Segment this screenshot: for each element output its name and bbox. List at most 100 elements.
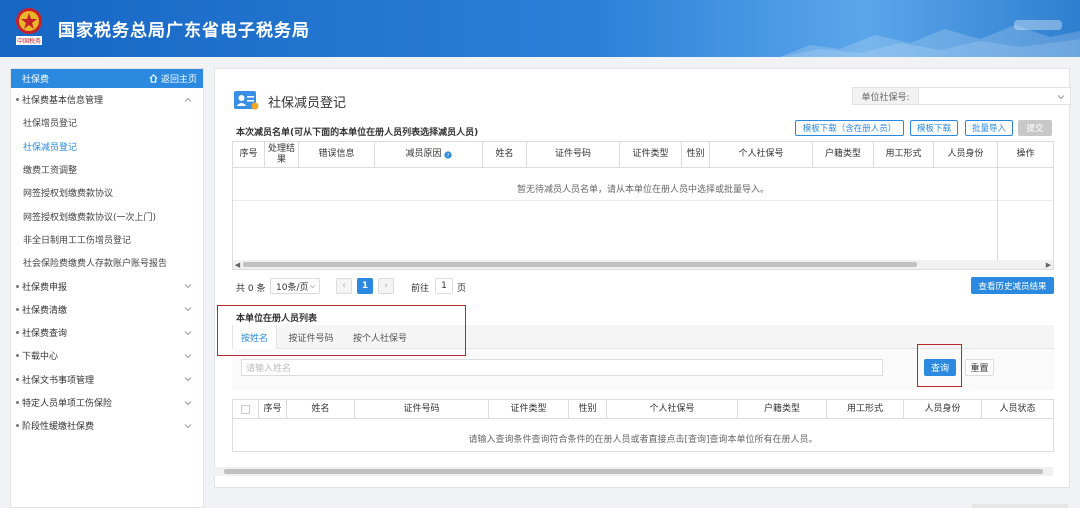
main-panel: 社保减员登记 单位社保号: 本次减员名单(可从下面的本单位在册人员列表选择减员人… (214, 68, 1071, 488)
member-list-table: 序号 姓名 证件号码 证件类型 性别 个人社保号 户籍类型 用工形式 人员身份 … (232, 399, 1054, 452)
sidebar-group-label: 社保费清缴 (22, 305, 68, 316)
page-size-value: 10条/页 (276, 282, 309, 293)
chevron-down-icon (184, 400, 192, 405)
table-header-row: 序号 姓名 证件号码 证件类型 性别 个人社保号 户籍类型 用工形式 人员身份 … (233, 400, 1053, 419)
sidebar-item-add-member[interactable]: 社保增员登记 (11, 111, 203, 134)
empty-reduce-list-message: 暂无待减员人员名单，请从本单位在册人员中选择或批量导入。 (516, 185, 769, 195)
sidebar-item-online-agreement[interactable]: 网签授权划缴费款协议 (11, 181, 203, 204)
col-header: 用工形式 (827, 400, 904, 418)
template-download-button[interactable]: 模板下载 (910, 120, 958, 136)
unit-number-label: 单位社保号: (852, 87, 919, 105)
col-header: 人员身份 (904, 400, 982, 418)
page-suffix: 页 (457, 283, 467, 294)
back-home-link[interactable]: 返回主页 (149, 72, 197, 85)
next-page-button[interactable]: › (378, 278, 394, 294)
sidebar-group-label: 社保文书事项管理 (22, 375, 95, 386)
unit-number-select[interactable] (919, 87, 1071, 105)
empty-member-list-message: 请输入查询条件查询符合条件的在册人员或者直接点击[查询]查询本单位所有在册人员。 (468, 435, 818, 445)
chevron-down-icon (184, 307, 192, 312)
col-header-reduce-reason: 减员原因 ? (375, 142, 483, 167)
tax-emblem-icon: 中国税务 (16, 8, 42, 45)
sidebar-item-reduce-member[interactable]: 社保减员登记 (11, 135, 203, 158)
reduce-list-title: 本次减员名单(可从下面的本单位在册人员列表选择减员人员) (236, 128, 479, 138)
sidebar-group-clear[interactable]: 社保费清缴 (11, 298, 203, 321)
sidebar-group-label: 下载中心 (22, 352, 59, 363)
col-header: 性别 (569, 400, 607, 418)
col-header: 人员身份 (934, 142, 998, 167)
col-header: 序号 (233, 142, 265, 167)
sidebar-item-bank-account-report[interactable]: 社会保险费缴费人存款账户账号报告 (11, 251, 203, 274)
batch-import-button[interactable]: 批量导入 (965, 120, 1013, 136)
template-download-with-members-button[interactable]: 模板下载（含在册人员） (795, 120, 904, 136)
sidebar-group-label: 社保费申报 (22, 282, 68, 293)
page-horizontal-scrollbar[interactable] (214, 467, 1053, 476)
col-header: 人员状态 (999, 403, 1036, 414)
sidebar-item-wage-adjust[interactable]: 缴费工资调整 (11, 158, 203, 181)
col-header: 证件号码 (527, 142, 620, 167)
col-header: 证件类型 (489, 400, 569, 418)
col-header-label: 减员原因 (405, 149, 442, 159)
goto-label: 前往 (411, 283, 430, 294)
svg-text:?: ? (446, 153, 449, 159)
col-header: 姓名 (287, 400, 355, 418)
col-header: 个人社保号 (710, 142, 813, 167)
col-header: 姓名 (483, 142, 527, 167)
sidebar-item-online-agreement-visit[interactable]: 网签授权划缴费款协议(一次上门) (11, 204, 203, 227)
col-header: 证件类型 (620, 142, 682, 167)
chevron-down-icon (1057, 95, 1065, 100)
sidebar-group-basic-info[interactable]: 社保费基本信息管理 (11, 88, 203, 111)
table-header-row: 序号 处理结果 错误信息 减员原因 ? 姓名 证件号码 证件类型 性别 个人社保… (233, 142, 1053, 168)
col-header: 操作 (1016, 149, 1035, 159)
scroll-left-icon[interactable]: ◀ (233, 260, 242, 269)
col-header: 性别 (682, 142, 710, 167)
user-info-blurred (1014, 20, 1062, 30)
site-title: 国家税务总局广东省电子税务局 (58, 21, 310, 41)
home-icon (149, 74, 158, 83)
sidebar-group-label: 特定人员单项工伤保险 (22, 399, 113, 409)
col-header: 个人社保号 (607, 400, 738, 418)
current-page-button[interactable]: 1 (357, 278, 373, 294)
select-all-checkbox[interactable] (241, 404, 250, 414)
sidebar-group-injury-insurance[interactable]: 特定人员单项工伤保险 (11, 391, 203, 414)
scroll-right-icon[interactable]: ▶ (1044, 260, 1053, 269)
name-search-input[interactable]: 请输入姓名 (241, 359, 883, 376)
view-history-button[interactable]: 查看历史减员结果 (971, 277, 1054, 294)
chevron-up-icon (184, 97, 192, 102)
scrollbar-thumb[interactable] (243, 262, 917, 267)
chevron-down-icon (184, 354, 192, 359)
chevron-down-icon (184, 377, 192, 382)
prev-page-button[interactable]: ‹ (336, 278, 352, 294)
sidebar-group-query[interactable]: 社保费查询 (11, 321, 203, 344)
col-header: 户籍类型 (813, 142, 874, 167)
sidebar-header: 社保费 返回主页 (11, 69, 203, 88)
scrollbar-thumb[interactable] (224, 469, 1043, 474)
sidebar-group-label: 社保费基本信息管理 (22, 96, 104, 107)
chevron-down-icon (310, 284, 315, 288)
col-header: 错误信息 (299, 142, 375, 167)
chevron-down-icon (184, 284, 192, 289)
table-horizontal-scrollbar[interactable]: ◀ ▶ (233, 260, 1053, 269)
goto-page-input[interactable]: 1 (435, 278, 453, 294)
sidebar-group-label: 阶段性缓缴社保费 (22, 422, 95, 433)
submit-button[interactable]: 提交 (1018, 120, 1052, 136)
sidebar: 社保费 返回主页 社保费基本信息管理 社保增员登记 社保减员登记 缴费工资调整 … (10, 68, 204, 508)
sidebar-group-deferred[interactable]: 阶段性缓缴社保费 (11, 414, 203, 437)
bottom-corner-strip (972, 504, 1068, 508)
help-icon[interactable]: ? (443, 150, 452, 159)
col-header: 序号 (259, 400, 287, 418)
sidebar-group-documents[interactable]: 社保文书事项管理 (11, 368, 203, 391)
sidebar-title: 社保费 (22, 75, 50, 85)
tab-highlight-annotation (217, 305, 466, 356)
emblem-text: 中国税务 (17, 37, 41, 45)
query-highlight-annotation (917, 344, 962, 387)
sidebar-item-part-time-injury[interactable]: 非全日制用工工伤增员登记 (11, 228, 203, 251)
id-card-icon (234, 91, 259, 110)
sidebar-group-declare[interactable]: 社保费申报 (11, 274, 203, 297)
col-header: 处理结果 (265, 142, 299, 167)
sidebar-group-download[interactable]: 下载中心 (11, 344, 203, 367)
page-size-select[interactable]: 10条/页 (270, 278, 320, 294)
reset-button[interactable]: 重置 (965, 359, 994, 376)
col-header: 用工形式 (874, 142, 934, 167)
site-header: 中国税务 国家税务总局广东省电子税务局 (0, 0, 1080, 57)
sidebar-group-label: 社保费查询 (22, 329, 68, 340)
